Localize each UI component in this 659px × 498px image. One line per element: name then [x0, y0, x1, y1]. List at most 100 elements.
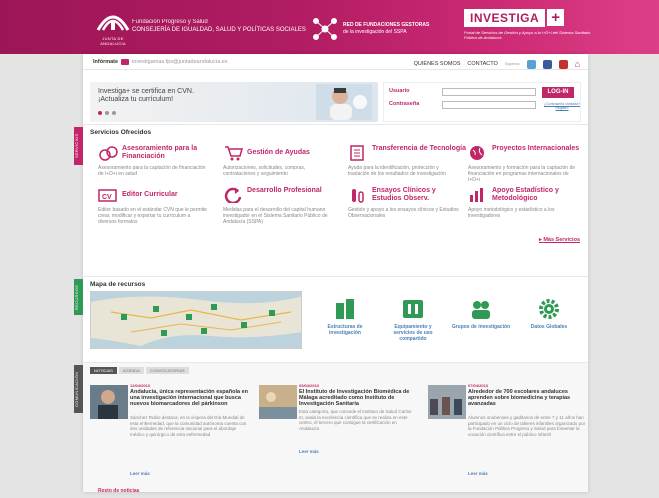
- main-page: Infórmate investigamas.fps@juntadeandalu…: [74, 54, 588, 494]
- service-desc: Apoyo metodológico y estadístico a los i…: [468, 207, 555, 219]
- top-bar: Infórmate investigamas.fps@juntadeandalu…: [83, 54, 588, 70]
- news-text: Sánchez Rubio destaca, en la víspera del…: [130, 415, 247, 437]
- resource-label: Grupos de investigación: [451, 324, 511, 330]
- service-desc: Ayuda para la identificación, protección…: [348, 165, 446, 177]
- org-line-2: CONSEJERÍA DE IGUALDAD, SALUD Y POLÍTICA…: [132, 27, 306, 33]
- more-news-link[interactable]: Resto de noticias: [98, 488, 139, 494]
- people-icon: [470, 299, 492, 319]
- service-title: Ensayos Clínicos y Estudios Observ.: [372, 187, 436, 202]
- org-line-1: Fundación Progreso y Salud: [132, 19, 208, 25]
- news-section: COMUNICACIÓN NOTICIAS AGENDA CONVOCATORI…: [74, 362, 588, 492]
- andalucia-map: [91, 292, 301, 348]
- tab-noticias[interactable]: NOTICIAS: [90, 367, 117, 374]
- resource-estructuras[interactable]: Estructuras de investigación: [315, 299, 375, 336]
- document-icon: [350, 145, 364, 161]
- cv-icon: CV: [98, 189, 117, 202]
- password-label: Contraseña: [389, 101, 420, 107]
- service-title: Transferencia de Tecnología: [372, 145, 467, 152]
- services-title: Servicios Ofrecidos: [90, 129, 152, 136]
- red-line-1: RED DE FUNDACIONES GESTORAS: [343, 22, 430, 28]
- twitter-icon[interactable]: [526, 59, 536, 69]
- investiga-brand[interactable]: INVESTIGA + Portal de Servicios de Gestió…: [464, 9, 594, 40]
- service-desc: Autorizaciones, solicitudes, compras, co…: [223, 165, 306, 177]
- resource-grupos[interactable]: Grupos de investigación: [451, 299, 511, 330]
- gear-icon: [538, 299, 560, 319]
- nav-quienes-somos[interactable]: QUIÉNES SOMOS: [414, 61, 461, 67]
- password-input[interactable]: [442, 101, 536, 109]
- money-icon: [99, 146, 118, 161]
- news-photo: [428, 385, 466, 419]
- brand-name: INVESTIGA: [464, 9, 546, 27]
- news-text: Esta categoría, que concede el Instituto…: [299, 409, 412, 431]
- mail-icon: [121, 58, 130, 65]
- read-more-link[interactable]: Leer más: [468, 471, 488, 476]
- login-button[interactable]: LOG-IN: [542, 87, 574, 98]
- resource-label: Estructuras de investigación: [327, 324, 363, 336]
- news-title[interactable]: Andalucía, única representación española…: [130, 389, 248, 407]
- news-date: 07/04/2013: [468, 383, 489, 388]
- user-input[interactable]: [442, 88, 536, 96]
- forgot-password-link[interactable]: ¿Contraseña olvidada? Registro: [542, 102, 582, 110]
- service-desc: Asesoramiento para la captación de finan…: [98, 165, 206, 177]
- bar-chart-icon: [470, 188, 483, 202]
- resources-tag: RECURSOS: [74, 279, 83, 315]
- carousel-dots[interactable]: [98, 111, 116, 115]
- nav-contacto[interactable]: CONTACTO: [467, 61, 497, 67]
- news-title[interactable]: Alrededor de 700 escolares andaluces apr…: [468, 389, 586, 407]
- globe-icon: [470, 146, 484, 160]
- equipment-icon: [402, 299, 424, 319]
- junta-logo[interactable]: JUNTA DE ANDALUCIA: [90, 8, 136, 46]
- service-title: Apoyo Estadístico y Metodológico: [492, 187, 559, 202]
- service-desc: Gestión y apoyo a los ensayos clínicos y…: [348, 207, 459, 219]
- youtube-icon[interactable]: [558, 59, 568, 69]
- read-more-link[interactable]: Leer más: [130, 471, 150, 476]
- news-tag: COMUNICACIÓN: [74, 365, 83, 413]
- resources-title: Mapa de recursos: [90, 281, 146, 288]
- more-services-link[interactable]: ▸ Más Servicios: [539, 237, 580, 243]
- org-names: Fundación Progreso y Salud CONSEJERÍA DE…: [132, 18, 306, 34]
- resource-equipamiento[interactable]: Equipamiento y servicios de uso comparti…: [383, 299, 443, 342]
- banner-line-1: Investiga+ se certifica en CVN.: [98, 88, 194, 95]
- service-desc: Editor basado en el estándar CVN que le …: [98, 207, 207, 225]
- news-title[interactable]: El Instituto de Investigación Biomédica …: [299, 389, 417, 407]
- tab-agenda[interactable]: AGENDA: [118, 367, 144, 374]
- contact-email[interactable]: investigamas.fps@juntadeandalucia.es: [132, 59, 227, 65]
- red-line-2: de la investigación del SSPA: [343, 29, 407, 35]
- home-icon[interactable]: ⌂: [575, 59, 580, 69]
- services-tag: SERVICIOS: [74, 127, 83, 165]
- service-desc: Medidas para el desarrollo del capital h…: [223, 207, 328, 225]
- follow-label: Síguenos: [504, 62, 520, 66]
- resources-map[interactable]: [90, 291, 302, 349]
- plus-icon: +: [547, 9, 565, 26]
- cart-icon: [225, 146, 243, 161]
- banner-photo: [316, 84, 372, 120]
- cvn-banner[interactable]: Investiga+ se certifica en CVN. ¡Actuali…: [90, 82, 378, 122]
- site-header: JUNTA DE ANDALUCIA Fundación Progreso y …: [0, 0, 659, 54]
- service-title: Gestión de Ayudas: [247, 149, 310, 156]
- service-title: Asesoramiento para la Financiación: [122, 145, 198, 160]
- resource-label: Datos Globales: [530, 324, 568, 330]
- resource-datos[interactable]: Datos Globales: [519, 299, 579, 330]
- news-tabs: NOTICIAS AGENDA CONVOCATORIAS: [90, 367, 189, 374]
- refresh-icon: [224, 187, 242, 203]
- top-nav: QUIÉNES SOMOS CONTACTO Síguenos ⌂: [414, 59, 580, 69]
- junta-emblem-icon: [96, 15, 130, 31]
- service-title: Editor Curricular: [122, 191, 178, 198]
- logo-caption: JUNTA DE ANDALUCIA: [100, 36, 126, 46]
- read-more-link[interactable]: Leer más: [299, 449, 319, 454]
- tab-convocatorias[interactable]: CONVOCATORIAS: [145, 367, 189, 374]
- news-date: 12/04/2013: [130, 383, 151, 388]
- facebook-icon[interactable]: [542, 59, 552, 69]
- news-photo: [259, 385, 297, 419]
- service-desc: Asesoramiento y formación para la captac…: [468, 165, 576, 183]
- resource-label: Equipamiento y servicios de uso comparti…: [393, 324, 433, 342]
- building-icon: [334, 299, 356, 319]
- network-icon: [313, 18, 337, 40]
- user-label: Usuario: [389, 88, 410, 94]
- resources-section: RECURSOS Mapa de recursos Estructuras de…: [74, 276, 588, 356]
- news-text: Alumnos onubenses y gaditanos de entre 7…: [468, 415, 586, 437]
- login-box: Usuario Contraseña LOG-IN ¿Contraseña ol…: [383, 82, 581, 122]
- banner-line-2: ¡Actualiza tu currículum!: [98, 96, 174, 103]
- service-title: Desarrollo Profesional: [247, 187, 322, 194]
- red-fundaciones[interactable]: RED DE FUNDACIONES GESTORAS de la invest…: [312, 17, 429, 41]
